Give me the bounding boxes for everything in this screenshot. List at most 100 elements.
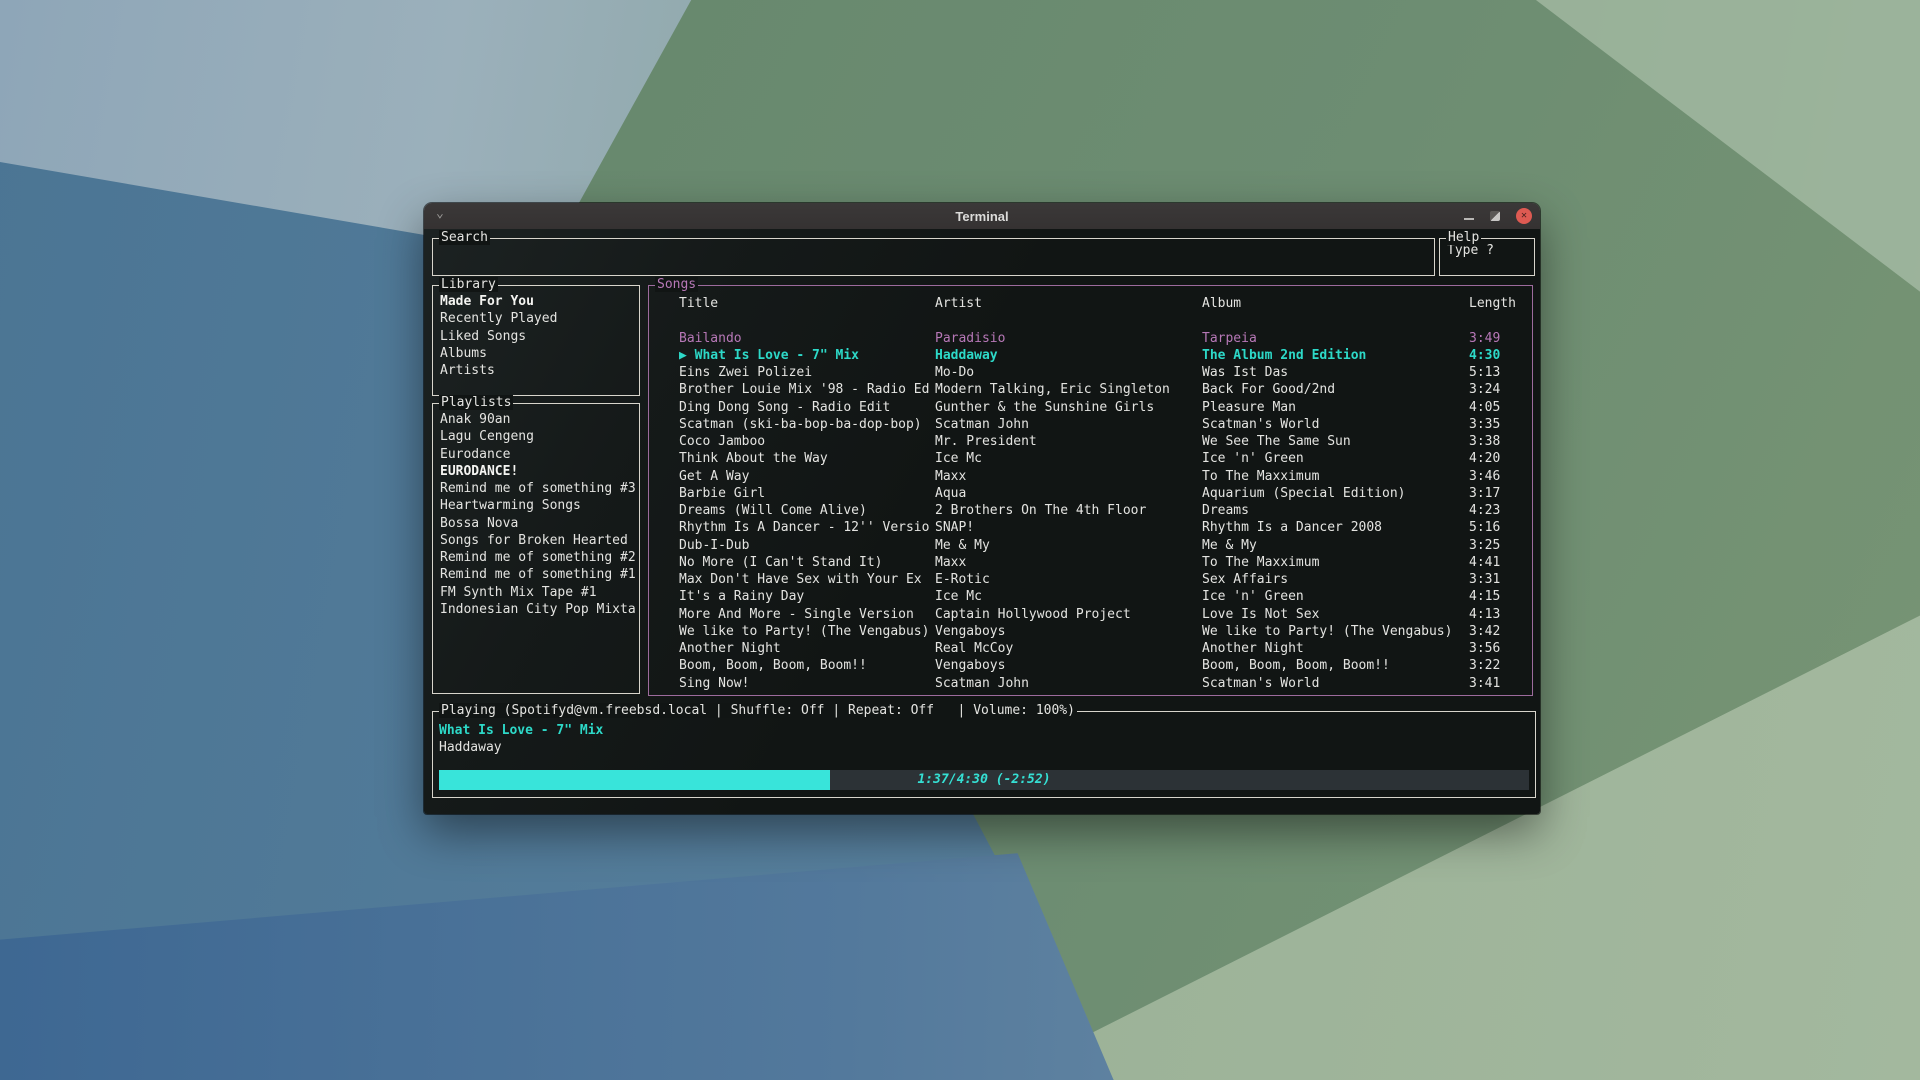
song-row[interactable]: Coco JambooMr. PresidentWe See The Same … <box>679 433 1532 450</box>
song-artist: Haddaway <box>935 347 1202 364</box>
song-row[interactable]: Boom, Boom, Boom, Boom!!VengaboysBoom, B… <box>679 657 1532 674</box>
song-album: The Album 2nd Edition <box>1202 347 1469 364</box>
song-album: Ice 'n' Green <box>1202 450 1469 467</box>
song-album: Ice 'n' Green <box>1202 588 1469 605</box>
song-artist: Modern Talking, Eric Singleton <box>935 381 1202 398</box>
playlist-list: Anak 90anLagu CengengEurodanceEURODANCE!… <box>433 404 639 618</box>
song-length: 3:41 <box>1469 675 1532 692</box>
list-item[interactable]: Anak 90an <box>440 411 639 428</box>
song-title: We like to Party! (The Vengabus) <box>679 623 935 640</box>
song-row[interactable]: No More (I Can't Stand It)MaxxTo The Max… <box>679 554 1532 571</box>
list-item[interactable]: Liked Songs <box>440 328 639 345</box>
song-row[interactable]: Ding Dong Song - Radio EditGunther & the… <box>679 399 1532 416</box>
library-panel: Library Made For YouRecently PlayedLiked… <box>432 285 640 396</box>
maximize-icon[interactable] <box>1490 211 1500 221</box>
songs-panel-label: Songs <box>655 277 698 292</box>
list-item[interactable]: Made For You <box>440 293 639 310</box>
song-row[interactable]: Another NightReal McCoyAnother Night3:56 <box>679 640 1532 657</box>
list-item[interactable]: Remind me of something #1 <box>440 566 639 583</box>
song-length: 5:13 <box>1469 364 1532 381</box>
playing-panel-label: Playing (Spotifyd@vm.freebsd.local | Shu… <box>439 703 1077 718</box>
now-playing-title: What Is Love - 7" Mix <box>439 722 1529 739</box>
titlebar[interactable]: ⌄ Terminal ✕ <box>424 203 1540 229</box>
song-row[interactable]: Dub-I-DubMe & MyMe & My3:25 <box>679 537 1532 554</box>
song-row[interactable]: More And More - Single VersionCaptain Ho… <box>679 606 1532 623</box>
song-artist: Gunther & the Sunshine Girls <box>935 399 1202 416</box>
song-title: Bailando <box>679 330 935 347</box>
song-artist: Mr. President <box>935 433 1202 450</box>
song-title: More And More - Single Version <box>679 606 935 623</box>
list-item[interactable]: Albums <box>440 345 639 362</box>
song-row[interactable]: Think About the WayIce McIce 'n' Green4:… <box>679 450 1532 467</box>
song-title: Coco Jamboo <box>679 433 935 450</box>
column-header-length: Length <box>1469 295 1532 312</box>
song-row[interactable]: Brother Louie Mix '98 - Radio EdModern T… <box>679 381 1532 398</box>
song-album: We See The Same Sun <box>1202 433 1469 450</box>
song-length: 3:25 <box>1469 537 1532 554</box>
song-artist: Captain Hollywood Project <box>935 606 1202 623</box>
song-row[interactable]: BailandoParadisioTarpeia3:49 <box>679 330 1532 347</box>
playing-panel: Playing (Spotifyd@vm.freebsd.local | Shu… <box>432 711 1536 798</box>
song-title: Max Don't Have Sex with Your Ex <box>679 571 935 588</box>
song-row[interactable]: Scatman (ski-ba-bop-ba-dop-bop)Scatman J… <box>679 416 1532 433</box>
song-album: Boom, Boom, Boom, Boom!! <box>1202 657 1469 674</box>
song-row[interactable]: Max Don't Have Sex with Your ExE-RoticSe… <box>679 571 1532 588</box>
song-row[interactable]: Dreams (Will Come Alive)2 Brothers On Th… <box>679 502 1532 519</box>
window-title: Terminal <box>424 209 1540 224</box>
song-artist: Mo-Do <box>935 364 1202 381</box>
song-artist: Maxx <box>935 554 1202 571</box>
minimize-icon[interactable] <box>1464 218 1474 220</box>
help-box-label: Help <box>1446 230 1481 245</box>
song-title: It's a Rainy Day <box>679 588 935 605</box>
song-album: Dreams <box>1202 502 1469 519</box>
list-item[interactable]: FM Synth Mix Tape #1 <box>440 584 639 601</box>
help-box: Help Type ? <box>1439 238 1535 276</box>
song-row[interactable]: Sing Now!Scatman JohnScatman's World3:41 <box>679 675 1532 692</box>
close-icon[interactable]: ✕ <box>1516 208 1532 224</box>
song-artist: Ice Mc <box>935 450 1202 467</box>
list-item[interactable]: Recently Played <box>440 310 639 327</box>
song-title: Eins Zwei Polizei <box>679 364 935 381</box>
song-length: 4:15 <box>1469 588 1532 605</box>
song-length: 3:24 <box>1469 381 1532 398</box>
list-item[interactable]: Indonesian City Pop Mixta <box>440 601 639 618</box>
list-item[interactable]: Eurodance <box>440 446 639 463</box>
list-item[interactable]: Songs for Broken Hearted <box>440 532 639 549</box>
song-row[interactable]: Rhythm Is A Dancer - 12'' VersioSNAP!Rhy… <box>679 519 1532 536</box>
song-length: 4:20 <box>1469 450 1532 467</box>
song-length: 3:31 <box>1469 571 1532 588</box>
song-artist: E-Rotic <box>935 571 1202 588</box>
song-length: 3:22 <box>1469 657 1532 674</box>
list-item[interactable]: Remind me of something #2 <box>440 549 639 566</box>
list-item[interactable]: Lagu Cengeng <box>440 428 639 445</box>
song-artist: SNAP! <box>935 519 1202 536</box>
search-input[interactable]: Search <box>432 238 1435 276</box>
terminal-content: Search Help Type ? Library Made For YouR… <box>424 229 1540 814</box>
library-panel-label: Library <box>439 277 498 292</box>
song-artist: Vengaboys <box>935 623 1202 640</box>
song-album: We like to Party! (The Vengabus) <box>1202 623 1469 640</box>
list-item[interactable]: Remind me of something #3 <box>440 480 639 497</box>
progress-bar[interactable]: 1:37/4:30 (-2:52) <box>439 770 1529 790</box>
list-item[interactable]: Heartwarming Songs <box>440 497 639 514</box>
song-album: Aquarium (Special Edition) <box>1202 485 1469 502</box>
song-row[interactable]: It's a Rainy DayIce McIce 'n' Green4:15 <box>679 588 1532 605</box>
song-row[interactable]: Barbie GirlAquaAquarium (Special Edition… <box>679 485 1532 502</box>
list-item[interactable]: Artists <box>440 362 639 379</box>
song-row[interactable]: We like to Party! (The Vengabus)Vengaboy… <box>679 623 1532 640</box>
song-length: 3:38 <box>1469 433 1532 450</box>
list-item[interactable]: EURODANCE! <box>440 463 639 480</box>
song-row[interactable]: Eins Zwei PolizeiMo-DoWas Ist Das5:13 <box>679 364 1532 381</box>
list-item[interactable]: Bossa Nova <box>440 515 639 532</box>
song-length: 4:41 <box>1469 554 1532 571</box>
song-artist: Paradisio <box>935 330 1202 347</box>
song-row[interactable]: Get A WayMaxxTo The Maxximum3:46 <box>679 468 1532 485</box>
song-length: 4:13 <box>1469 606 1532 623</box>
song-album: Was Ist Das <box>1202 364 1469 381</box>
song-title: Sing Now! <box>679 675 935 692</box>
song-length: 4:23 <box>1469 502 1532 519</box>
song-title: No More (I Can't Stand It) <box>679 554 935 571</box>
song-row[interactable]: ▶ What Is Love - 7" MixHaddawayThe Album… <box>679 347 1532 364</box>
song-title: Dub-I-Dub <box>679 537 935 554</box>
song-artist: Maxx <box>935 468 1202 485</box>
